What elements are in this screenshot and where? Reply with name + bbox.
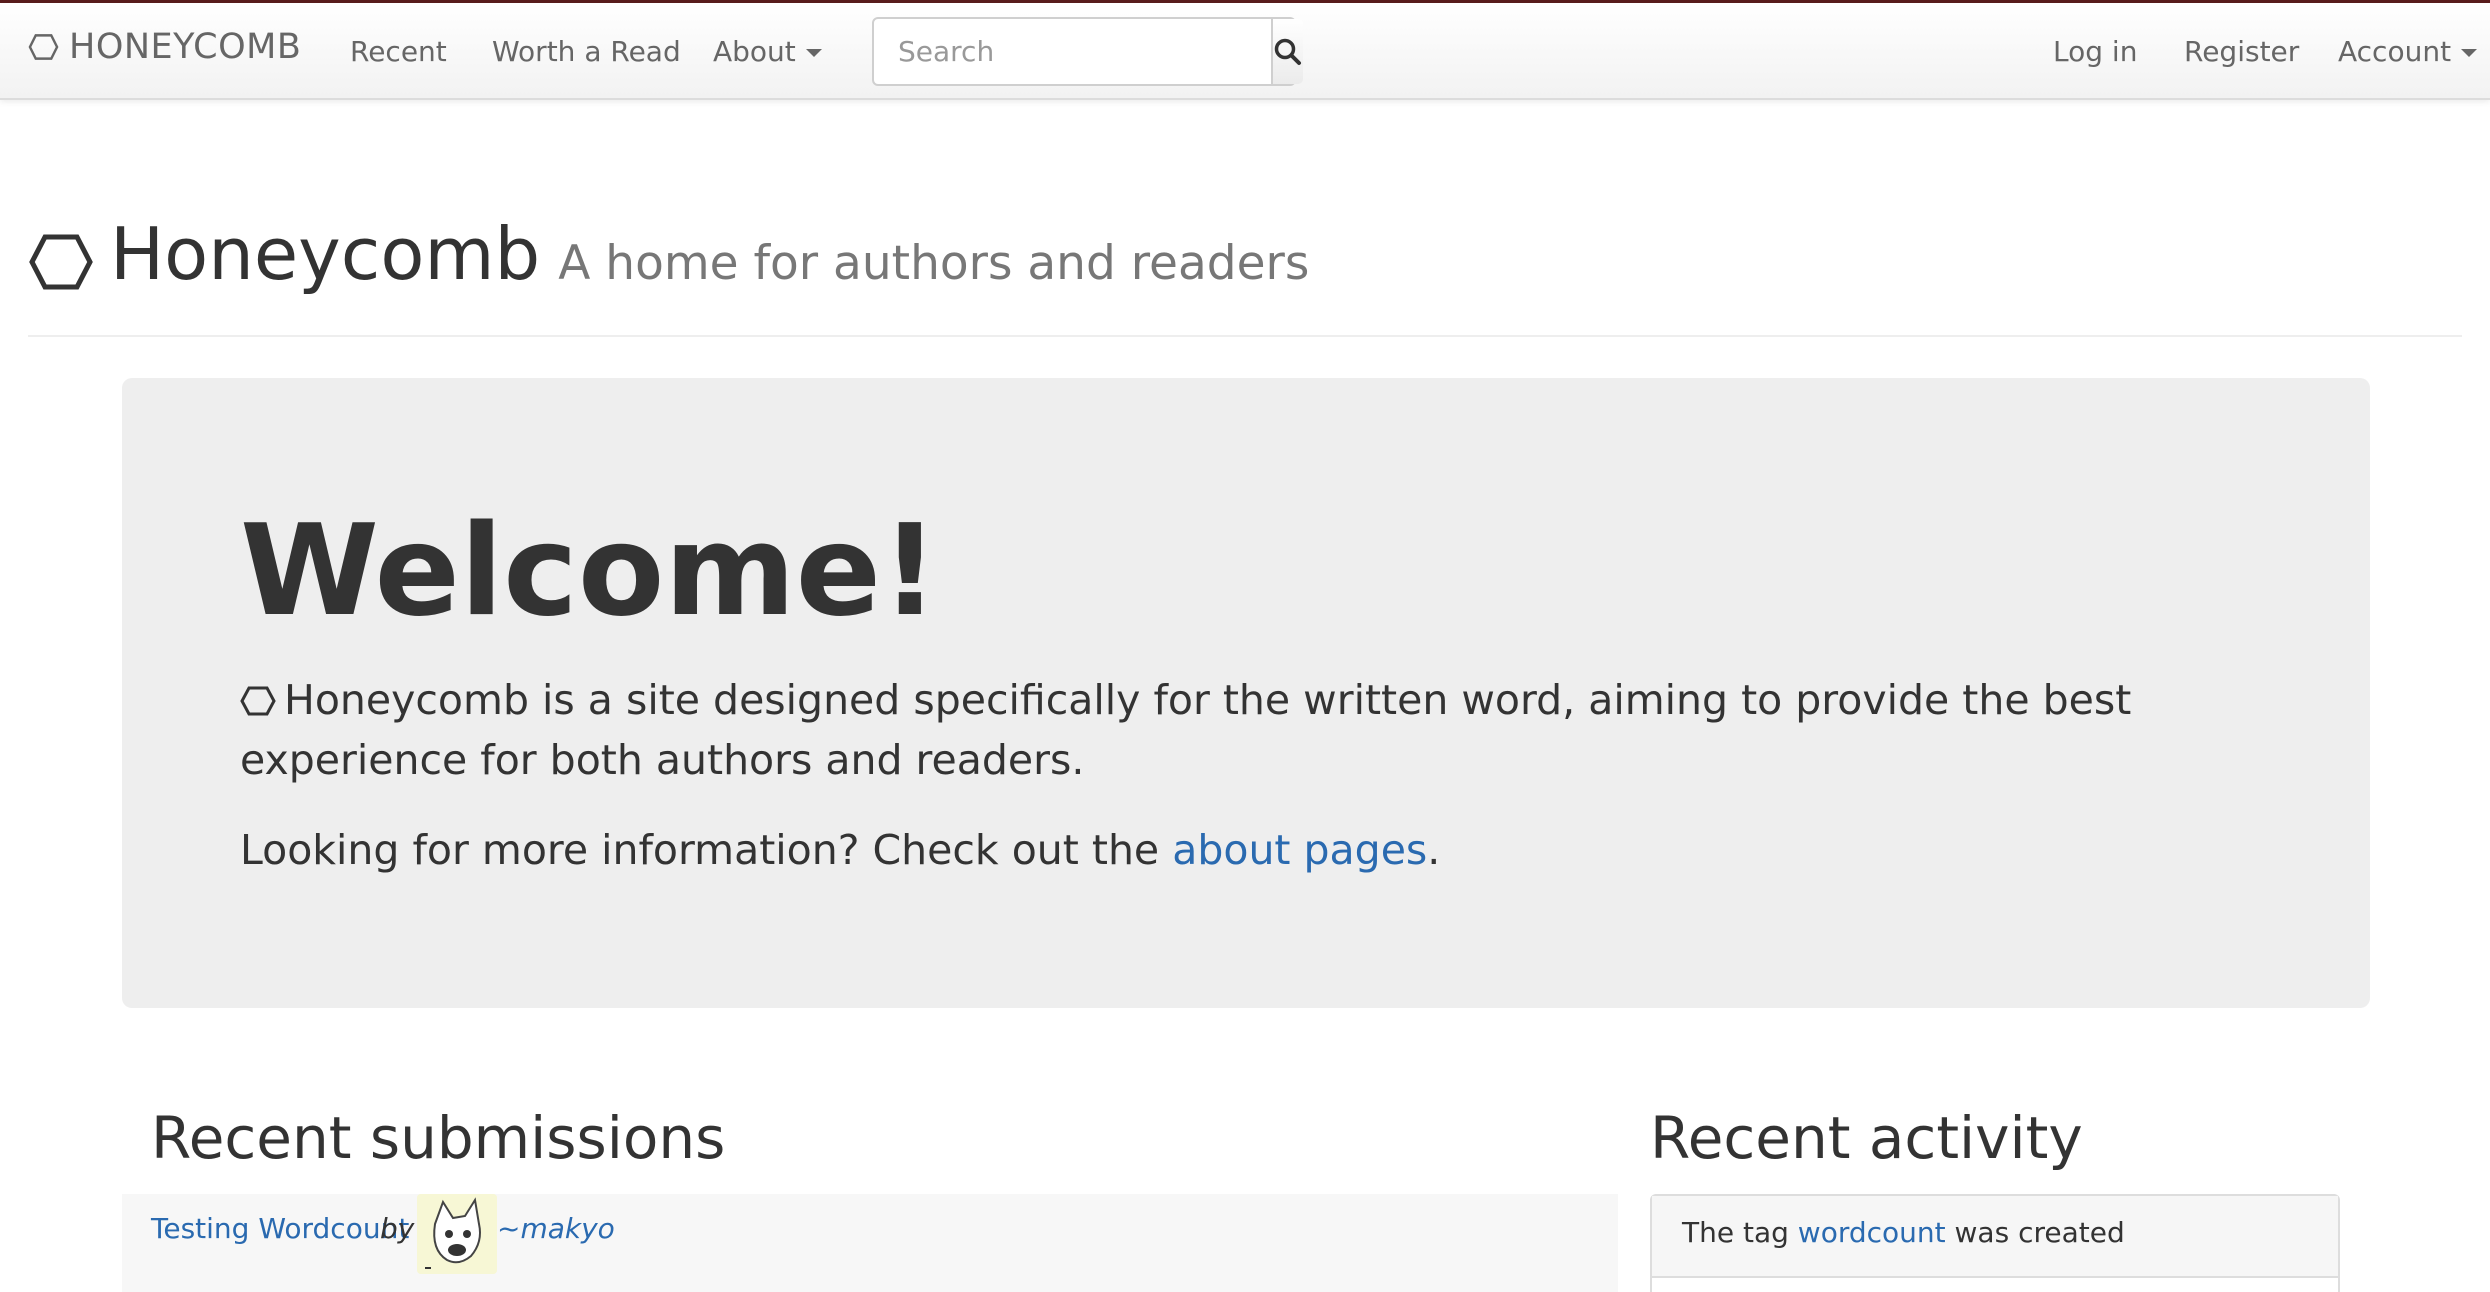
recent-submissions-title: Recent submissions xyxy=(151,1104,726,1172)
welcome-jumbotron: Welcome! Honeycomb is a site designed sp… xyxy=(122,378,2370,1008)
author-avatar[interactable] xyxy=(417,1194,497,1274)
hexagon-logo-icon xyxy=(28,34,59,60)
submission-row: Testing Wordcount by ~makyo xyxy=(122,1194,1618,1292)
about-pages-link[interactable]: about pages xyxy=(1172,826,1427,874)
search-form xyxy=(872,17,1303,86)
hexagon-logo-icon xyxy=(29,234,93,290)
nav-link-register[interactable]: Register xyxy=(2184,35,2299,68)
activity-panel: The tag wordcount was created xyxy=(1650,1194,2340,1292)
activity-tag-link[interactable]: wordcount xyxy=(1798,1216,1946,1249)
caret-down-icon xyxy=(2461,49,2478,57)
activity-item: The tag wordcount was created xyxy=(1652,1196,2338,1278)
info-prefix: Looking for more information? Check out … xyxy=(240,826,1173,874)
submission-by: by xyxy=(380,1212,415,1245)
magnifier-icon xyxy=(1274,38,1301,65)
nav-link-worth-a-read[interactable]: Worth a Read xyxy=(492,35,681,68)
activity-prefix: The tag xyxy=(1682,1216,1798,1249)
submission-title-link[interactable]: Testing Wordcount xyxy=(151,1212,409,1245)
author-avatar-image xyxy=(417,1194,497,1274)
search-input[interactable] xyxy=(874,19,1271,84)
info-suffix: . xyxy=(1427,826,1441,874)
nav-account-label: Account xyxy=(2338,35,2452,68)
nav-dropdown-account[interactable]: Account xyxy=(2338,35,2478,68)
nav-dropdown-about[interactable]: About xyxy=(713,35,822,68)
header-divider xyxy=(28,335,2462,337)
info-text: Looking for more information? Check out … xyxy=(240,820,1440,880)
caret-down-icon xyxy=(805,49,822,57)
nav-link-recent[interactable]: Recent xyxy=(350,35,447,68)
activity-suffix: was created xyxy=(1945,1216,2125,1249)
brand-label: HONEYCOMB xyxy=(69,27,302,67)
nav-about-label: About xyxy=(713,35,796,68)
hexagon-logo-icon xyxy=(240,686,276,716)
nav-link-log-in[interactable]: Log in xyxy=(2053,35,2137,68)
page-header: Honeycomb A home for authors and readers xyxy=(28,212,1309,296)
submission-author-link[interactable]: ~makyo xyxy=(497,1212,615,1245)
page-title: Honeycomb xyxy=(110,212,541,296)
navbar: HONEYCOMB Recent Worth a Read About Log … xyxy=(0,3,2490,100)
page-subtitle: A home for authors and readers xyxy=(558,236,1310,291)
welcome-lead-text: Honeycomb is a site designed specificall… xyxy=(240,676,2132,784)
welcome-heading: Welcome! xyxy=(240,497,939,644)
recent-activity-title: Recent activity xyxy=(1650,1104,2083,1172)
brand-link[interactable]: HONEYCOMB xyxy=(28,27,301,67)
search-button[interactable] xyxy=(1271,19,1303,84)
welcome-lead: Honeycomb is a site designed specificall… xyxy=(240,670,2260,790)
